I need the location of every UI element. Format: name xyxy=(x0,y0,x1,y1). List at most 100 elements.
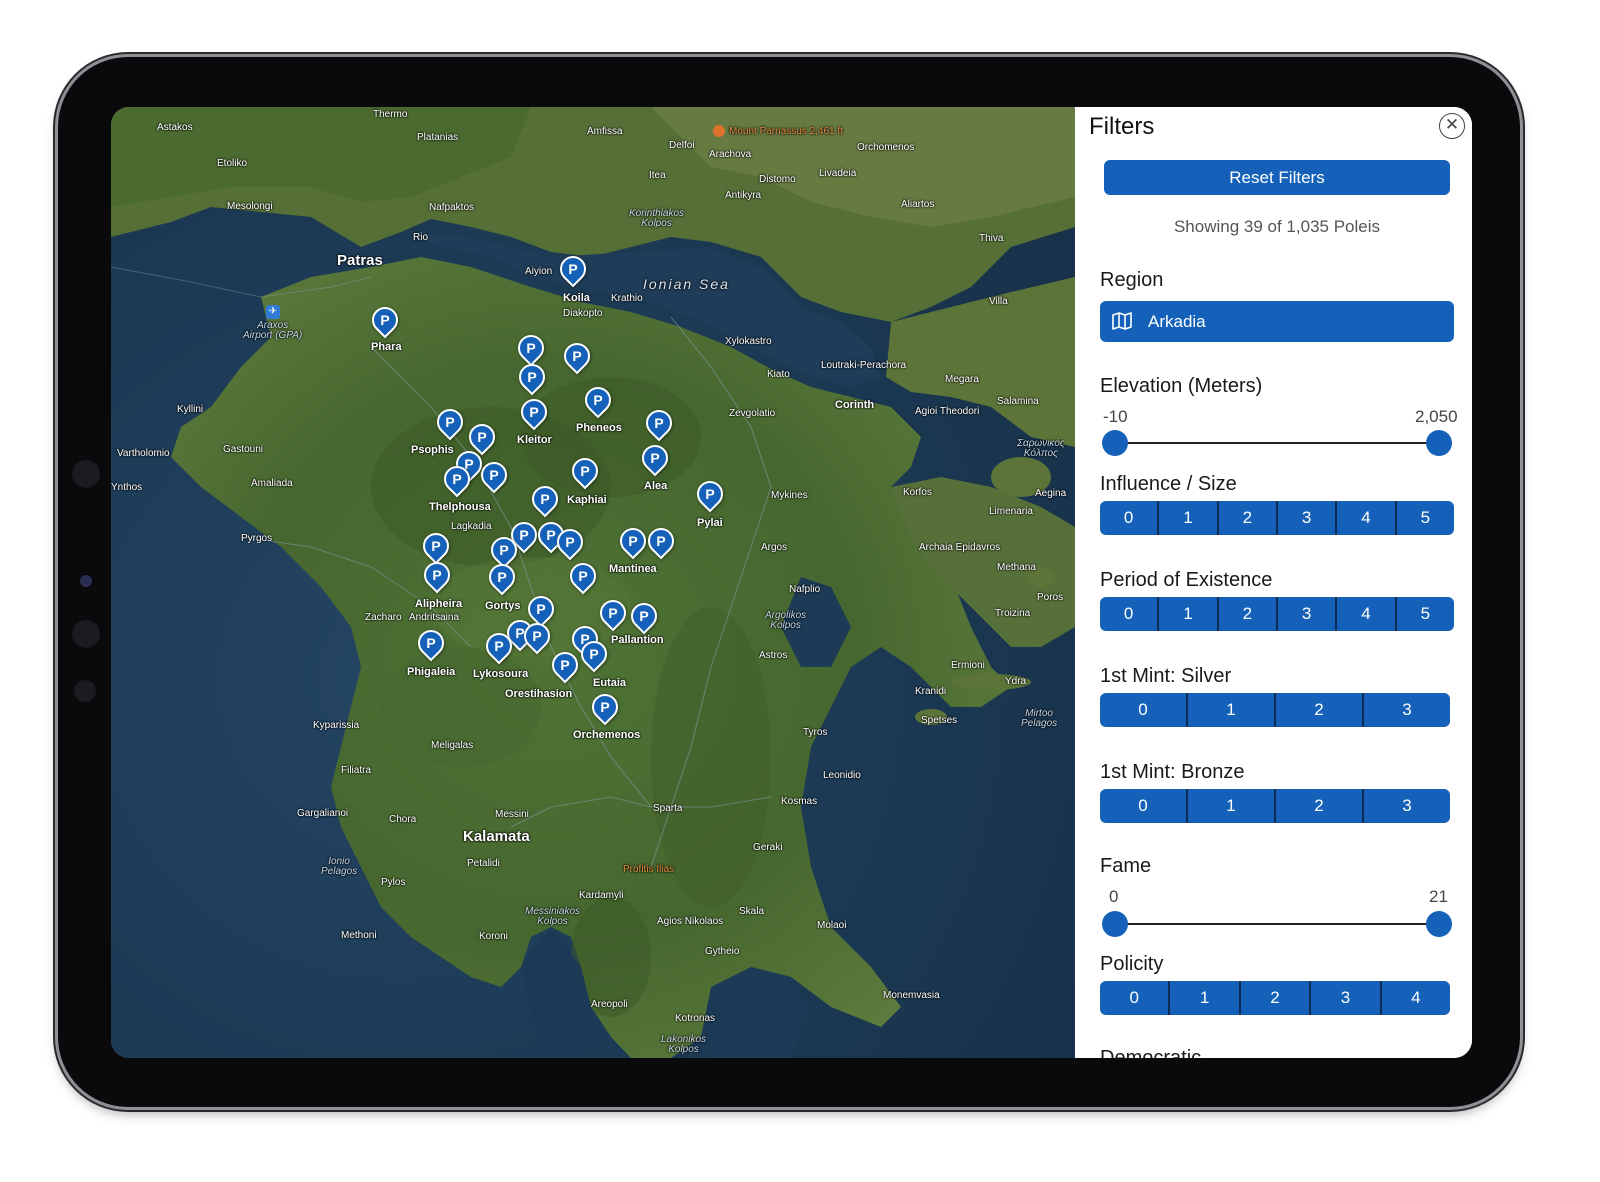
map-place-label: Chora xyxy=(389,814,417,825)
polis-pin-label: P xyxy=(519,527,529,543)
elevation-max-value: 2,050 xyxy=(1415,407,1458,426)
segment-option[interactable]: 5 xyxy=(1396,597,1454,631)
segment-option[interactable]: 5 xyxy=(1396,501,1454,535)
map-place-label: Patras xyxy=(337,252,383,269)
segment-option[interactable]: 3 xyxy=(1311,981,1382,1015)
segment-option[interactable]: 3 xyxy=(1277,597,1338,631)
polis-pin-label: P xyxy=(477,429,487,445)
segment-option[interactable]: 4 xyxy=(1381,981,1450,1015)
map-place-label: Diakopto xyxy=(563,308,603,319)
map-place-label: Krathio xyxy=(611,293,643,304)
mint-bronze-segmented-control: 0123 xyxy=(1100,789,1450,823)
tablet-camera xyxy=(80,575,92,587)
polis-pin-label: P xyxy=(532,628,542,644)
segment-option[interactable]: 2 xyxy=(1276,789,1364,823)
map-place-label: Kyllini xyxy=(177,404,204,415)
map-place-label: Phara xyxy=(371,341,402,353)
map-place-label: Gytheio xyxy=(705,946,740,957)
map-place-label: Lykosoura xyxy=(473,668,529,680)
tablet-button xyxy=(72,620,100,648)
elevation-min-handle[interactable] xyxy=(1102,430,1128,456)
map-place-label: Argos xyxy=(761,542,788,553)
segment-option[interactable]: 3 xyxy=(1364,789,1450,823)
segment-option[interactable]: 0 xyxy=(1100,501,1160,535)
segment-option[interactable]: 4 xyxy=(1337,597,1397,631)
segment-option[interactable]: 0 xyxy=(1100,597,1160,631)
segment-option[interactable]: 3 xyxy=(1277,501,1338,535)
map-place-label: Archaia Epidavros xyxy=(919,542,1001,553)
mountain-peak-icon xyxy=(713,125,725,137)
segment-option[interactable]: 2 xyxy=(1276,693,1364,727)
segment-option[interactable]: 1 xyxy=(1159,501,1219,535)
map-place-label: Argolikos Kolpos xyxy=(765,610,807,631)
map-place-label: Andritsaina xyxy=(409,612,460,623)
map-place-label: Phigaleia xyxy=(407,666,456,678)
map-place-label: Mantinea xyxy=(609,563,657,575)
segment-option[interactable]: 4 xyxy=(1337,501,1397,535)
elevation-max-handle[interactable] xyxy=(1426,430,1452,456)
map-place-label: Petalidi xyxy=(467,858,500,869)
fame-slider-track[interactable] xyxy=(1115,923,1439,925)
segment-option[interactable]: 1 xyxy=(1170,981,1241,1015)
map-place-label: Pylai xyxy=(697,517,723,529)
elevation-slider-track[interactable] xyxy=(1115,442,1439,444)
democratic-label: Democratic xyxy=(1100,1047,1202,1058)
map-place-label: Kalamata xyxy=(463,828,530,845)
map-place-label: Astros xyxy=(759,650,788,661)
map-place-label: Ionian Sea xyxy=(643,276,730,292)
map-place-label: Rio xyxy=(413,232,429,243)
polis-pin-label: P xyxy=(608,605,618,621)
map-place-label: Antikyra xyxy=(725,190,762,201)
map-place-label: Ermioni xyxy=(951,660,985,671)
map-place-label: Spetses xyxy=(921,715,958,726)
polis-pin-label: P xyxy=(628,533,638,549)
map-place-label: Livadeia xyxy=(819,168,857,179)
map-place-label: Nafplio xyxy=(789,584,821,595)
region-select[interactable]: Arkadia xyxy=(1100,301,1454,342)
segment-option[interactable]: 1 xyxy=(1188,789,1276,823)
map-place-label: Tyros xyxy=(803,727,828,738)
influence-segmented-control: 012345 xyxy=(1100,501,1454,535)
polis-pin-label: P xyxy=(529,404,539,420)
map-place-label: Kranidi xyxy=(915,686,947,697)
map-place-label: Poros xyxy=(1037,592,1064,603)
map-place-label: Xylokastro xyxy=(725,336,772,347)
segment-option[interactable]: 0 xyxy=(1100,981,1171,1015)
polis-pin-label: P xyxy=(578,568,588,584)
segment-option[interactable]: 2 xyxy=(1218,597,1278,631)
polis-pin-label: P xyxy=(380,312,390,328)
map-place-label: Agioi Theodori xyxy=(915,406,980,417)
close-icon[interactable]: ✕ xyxy=(1439,113,1465,139)
fame-max-handle[interactable] xyxy=(1426,911,1452,937)
satellite-map[interactable]: ✈ Thermo Astakos Platanias Amfissa Delfoi Ara… xyxy=(111,107,1075,1058)
fame-min-handle[interactable] xyxy=(1102,911,1128,937)
reset-filters-button[interactable]: Reset Filters xyxy=(1104,160,1450,195)
map-place-label: Koroni xyxy=(479,931,508,942)
map-place-label: Kyparissia xyxy=(313,720,360,731)
polis-pin-label: P xyxy=(452,471,462,487)
segment-option[interactable]: 0 xyxy=(1100,789,1188,823)
map-place-label: Delfoi xyxy=(669,140,695,151)
segment-option[interactable]: 3 xyxy=(1364,693,1450,727)
map-place-label: Thelphousa xyxy=(429,501,491,513)
segment-option[interactable]: 0 xyxy=(1100,693,1188,727)
polis-pin-label: P xyxy=(494,638,504,654)
segment-option[interactable]: 1 xyxy=(1188,693,1276,727)
results-count-text: Showing 39 of 1,035 Poleis xyxy=(1173,217,1381,236)
map-place-label: Platanias xyxy=(417,132,459,143)
map-place-label: Limenaria xyxy=(989,506,1033,517)
map-place-label: Corinth xyxy=(835,399,875,411)
segment-option[interactable]: 2 xyxy=(1240,981,1312,1015)
polis-pin-label: P xyxy=(600,699,610,715)
segment-option[interactable]: 1 xyxy=(1159,597,1219,631)
map-place-label: Aiyion xyxy=(525,266,553,277)
mint-silver-segmented-control: 0123 xyxy=(1100,693,1450,727)
polis-pin-label: P xyxy=(445,414,455,430)
map-place-label: Loutraki-Perachora xyxy=(821,360,907,371)
map-place-label: Profitis Ilias xyxy=(623,864,675,875)
map-place-label: Agios Nikolaos xyxy=(657,916,724,927)
map-place-label: Kotronas xyxy=(675,1013,716,1024)
map-place-label: Amaliada xyxy=(251,478,293,489)
segment-option[interactable]: 2 xyxy=(1218,501,1278,535)
polis-pin-label: P xyxy=(639,608,649,624)
